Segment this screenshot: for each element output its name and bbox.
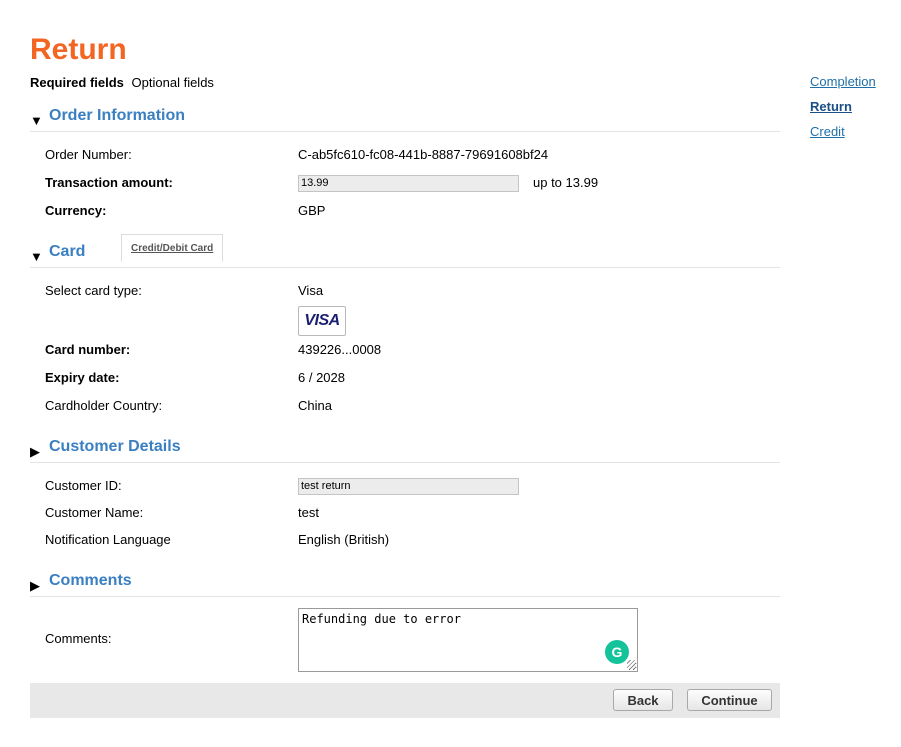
page-title: Return (30, 33, 127, 66)
expiry-date-row: Expiry date: 6 / 2028 (45, 367, 745, 389)
order-number-value: C-ab5fc610-fc08-441b-8887-79691608bf24 (298, 147, 549, 162)
order-number-row: Order Number: C-ab5fc610-fc08-441b-8887-… (45, 144, 745, 166)
customer-section-title[interactable]: Customer Details (49, 438, 181, 456)
amount-max-hint: up to 13.99 (533, 175, 599, 190)
customer-section-header: ▶ Customer Details (30, 436, 780, 463)
expanded-arrow-icon[interactable]: ▼ (30, 113, 43, 128)
card-number-value: 439226...0008 (298, 342, 382, 357)
expanded-arrow-icon[interactable]: ▼ (30, 249, 43, 264)
transaction-amount-input[interactable] (298, 175, 519, 192)
transaction-amount-row: Transaction amount: up to 13.99 (45, 172, 745, 194)
side-nav: Completion Return Credit (810, 69, 876, 144)
footer-button-bar: Back Continue (30, 683, 780, 718)
comments-section-header: ▶ Comments (30, 570, 780, 597)
currency-label: Currency: (45, 203, 107, 218)
expiry-date-value: 6 / 2028 (298, 370, 345, 385)
visa-logo-text: VISA (304, 312, 340, 329)
comments-textarea[interactable]: Refunding due to error (298, 608, 638, 672)
collapsed-arrow-icon[interactable]: ▶ (30, 578, 40, 594)
customer-id-label: Customer ID: (45, 478, 122, 493)
customer-id-input[interactable] (298, 478, 519, 495)
card-section-header: ▼ Card Credit/Debit Card (30, 234, 780, 268)
order-section-title[interactable]: Order Information (49, 107, 185, 125)
customer-name-value: test (298, 505, 319, 520)
required-fields-label: Required fields (30, 75, 124, 90)
comments-label: Comments: (45, 631, 112, 646)
card-number-row: Card number: 439226...0008 (45, 339, 745, 361)
continue-button[interactable]: Continue (687, 689, 772, 711)
cardholder-country-value: China (298, 398, 332, 413)
visa-logo-icon[interactable]: VISA (298, 306, 346, 336)
notification-language-row: Notification Language English (British) (45, 529, 745, 551)
comments-section-title[interactable]: Comments (49, 572, 132, 590)
card-number-label: Card number: (45, 342, 131, 357)
expiry-date-label: Expiry date: (45, 370, 120, 385)
back-button[interactable]: Back (613, 689, 673, 711)
card-section-title[interactable]: Card (49, 243, 85, 261)
card-type-row: Select card type: Visa (45, 280, 745, 302)
field-legend: Required fields Optional fields (30, 75, 214, 90)
order-number-label: Order Number: (45, 147, 132, 162)
customer-name-label: Customer Name: (45, 505, 144, 520)
card-type-label: Select card type: (45, 283, 142, 298)
customer-name-row: Customer Name: test (45, 502, 745, 524)
notification-language-label: Notification Language (45, 532, 171, 547)
collapsed-arrow-icon[interactable]: ▶ (30, 444, 40, 460)
transaction-amount-label: Transaction amount: (45, 175, 173, 190)
order-section-header: ▼ Order Information (30, 105, 780, 132)
notification-language-value: English (British) (298, 532, 390, 547)
tab-credit-debit-card[interactable]: Credit/Debit Card (121, 234, 224, 262)
cardholder-country-label: Cardholder Country: (45, 398, 163, 413)
grammarly-icon[interactable]: G (605, 640, 629, 664)
customer-id-row: Customer ID: (45, 475, 745, 497)
side-nav-return[interactable]: Return (810, 94, 876, 119)
side-nav-credit[interactable]: Credit (810, 119, 876, 144)
cardholder-country-row: Cardholder Country: China (45, 395, 745, 417)
currency-row: Currency: GBP (45, 200, 745, 222)
resize-handle-icon[interactable] (627, 660, 635, 668)
optional-fields-label: Optional fields (131, 75, 214, 90)
side-nav-completion[interactable]: Completion (810, 69, 876, 94)
currency-value: GBP (298, 203, 326, 218)
card-type-value: Visa (298, 283, 324, 298)
